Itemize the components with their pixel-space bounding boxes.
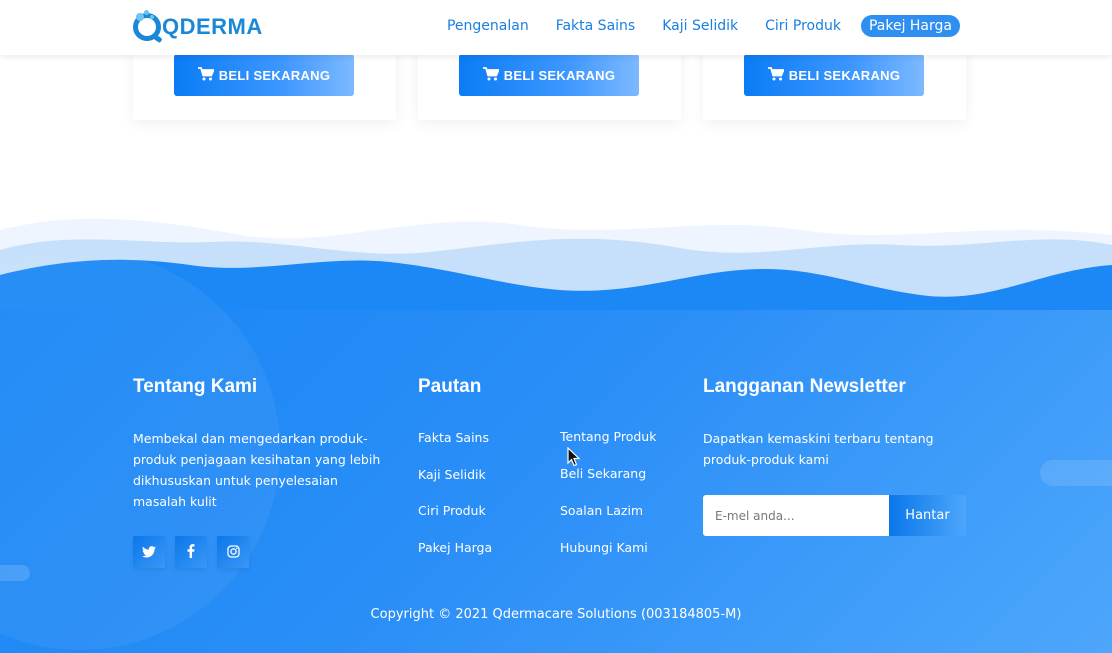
cart-icon xyxy=(197,66,215,84)
newsletter-text: Dapatkan kemaskini terbaru tentang produ… xyxy=(703,431,934,467)
buy-now-button[interactable]: BELI SEKARANG xyxy=(744,54,924,96)
footer-link-fakta-sains[interactable]: Fakta Sains xyxy=(418,430,489,445)
links-title: Pautan xyxy=(418,376,482,397)
logo-text: QDERMA xyxy=(162,14,263,39)
footer-link-pakej-harga[interactable]: Pakej Harga xyxy=(418,540,492,555)
facebook-button[interactable] xyxy=(175,536,207,568)
nav-link-kaji-selidik[interactable]: Kaji Selidik xyxy=(662,18,738,34)
facebook-icon xyxy=(187,543,195,562)
site-footer: Tentang Kami Membekal dan mengedarkan pr… xyxy=(0,190,1112,653)
nav-link-pengenalan[interactable]: Pengenalan xyxy=(447,18,529,34)
footer-link-hubungi-kami[interactable]: Hubungi Kami xyxy=(560,540,648,555)
copyright-text: Copyright © 2021 Qdermacare Solutions (0… xyxy=(370,607,742,622)
twitter-icon xyxy=(142,543,156,562)
buy-now-button[interactable]: BELI SEKARANG xyxy=(174,54,354,96)
cart-icon xyxy=(482,66,500,84)
newsletter-submit-button[interactable]: Hantar xyxy=(889,495,966,536)
about-text: Membekal dan mengedarkan produk-produk p… xyxy=(133,431,381,509)
main-nav: Pengenalan Fakta Sains Kaji Selidik Ciri… xyxy=(420,15,960,37)
site-header: QDERMA Pengenalan Fakta Sains Kaji Selid… xyxy=(0,0,1112,55)
buy-now-button[interactable]: BELI SEKARANG xyxy=(459,54,639,96)
logo-mark xyxy=(133,10,161,41)
nav-link-pakej-harga[interactable]: Pakej Harga xyxy=(860,15,960,37)
nav-link-fakta-sains[interactable]: Fakta Sains xyxy=(556,18,636,34)
footer-link-ciri-produk[interactable]: Ciri Produk xyxy=(418,503,486,518)
nav-link-ciri-produk[interactable]: Ciri Produk xyxy=(765,18,841,34)
footer-link-kaji-selidik[interactable]: Kaji Selidik xyxy=(418,467,486,482)
instagram-icon xyxy=(226,543,240,562)
instagram-button[interactable] xyxy=(217,536,249,568)
footer-link-tentang-produk[interactable]: Tentang Produk xyxy=(560,429,656,444)
twitter-button[interactable] xyxy=(133,536,165,568)
buy-now-label: BELI SEKARANG xyxy=(503,67,616,83)
buy-now-label: BELI SEKARANG xyxy=(218,67,331,83)
footer-link-soalan-lazim[interactable]: Soalan Lazim xyxy=(560,503,643,518)
mouse-cursor-icon xyxy=(567,446,581,471)
about-title: Tentang Kami xyxy=(133,376,258,397)
logo[interactable]: QDERMA xyxy=(133,9,263,45)
buy-now-label: BELI SEKARANG xyxy=(788,67,901,83)
newsletter-title: Langganan Newsletter xyxy=(703,376,906,397)
cart-icon xyxy=(767,66,785,84)
newsletter-email-input[interactable] xyxy=(703,495,889,536)
